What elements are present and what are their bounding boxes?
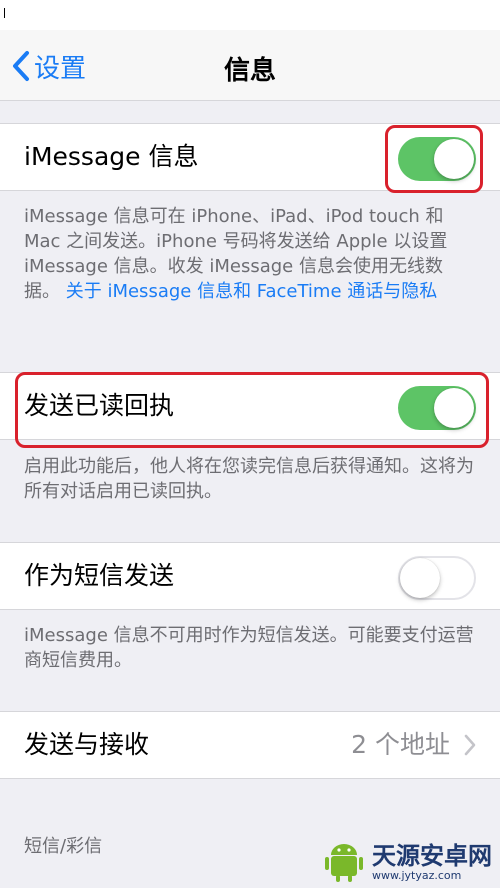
toggle-knob [400,558,440,598]
page-title: 信息 [223,56,276,86]
status-bar [0,0,500,30]
read-receipts-row: 发送已读回执 [0,372,500,440]
read-receipts-toggle[interactable] [398,386,476,430]
send-as-sms-footnote: iMessage 信息不可用时作为短信发送。可能要支付运营商短信费用。 [24,625,474,671]
sms-mms-section-header: 短信/彩信 [24,836,103,857]
imessage-label: iMessage 信息 [24,142,199,171]
send-as-sms-label: 作为短信发送 [24,561,175,590]
read-receipts-label: 发送已读回执 [24,391,175,420]
send-receive-detail-value: 2 个地址 [351,730,450,759]
send-receive-label: 发送与接收 [24,730,150,759]
toggle-knob [434,139,474,179]
imessage-privacy-link[interactable]: 关于 iMessage 信息和 FaceTime 通话与隐私 [66,281,438,302]
watermark-url: www.jytyaz.com [372,868,462,882]
imessage-toggle[interactable] [398,137,476,181]
watermark-name: 天源安卓网 [372,841,492,870]
send-as-sms-row: 作为短信发送 [0,542,500,610]
toggle-knob [434,388,474,428]
imessage-footnote: iMessage 信息可在 iPhone、iPad、iPod touch 和 M… [24,204,476,304]
watermark: 天源安卓网 www.jytyaz.com [300,836,500,888]
send-receive-detail[interactable]: 2 个地址 [351,712,476,778]
imessage-row: iMessage 信息 [0,123,500,191]
read-receipts-footnote: 启用此功能后，他人将在您读完信息后获得通知。这将为所有对话启用已读回执。 [24,456,474,502]
send-as-sms-toggle[interactable] [398,556,476,600]
chevron-right-icon [464,734,476,756]
navigation-bar: 设置 信息 [0,30,500,101]
send-receive-row[interactable]: 发送与接收 2 个地址 [0,711,500,779]
status-bar-fragment [4,8,5,18]
android-logo-icon [325,844,363,882]
